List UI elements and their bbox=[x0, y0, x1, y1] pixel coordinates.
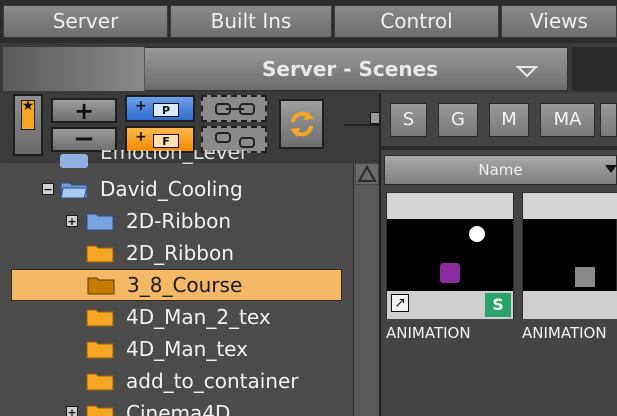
refresh-button[interactable] bbox=[279, 99, 324, 149]
folder-icon bbox=[86, 405, 114, 416]
favorites-button[interactable]: ★ bbox=[13, 94, 43, 156]
link-button[interactable] bbox=[201, 95, 267, 122]
thumbnail-header bbox=[523, 193, 617, 219]
tree-item-add-to-container[interactable]: add_to_container bbox=[8, 365, 353, 397]
folder-icon bbox=[86, 245, 114, 263]
filter-tab-s[interactable]: S bbox=[390, 103, 427, 137]
add-button[interactable]: + bbox=[51, 97, 117, 125]
title-left-gradient bbox=[3, 47, 145, 91]
tree-row-partial[interactable]: Emotion_Level bbox=[60, 150, 260, 168]
tab-built-ins[interactable]: Built Ins bbox=[170, 5, 332, 38]
tree-item-label: 4D_Man_tex bbox=[126, 337, 248, 361]
tree-item-label: Emotion_Level bbox=[100, 150, 246, 164]
link-icon bbox=[215, 103, 255, 115]
tab-views[interactable]: Views bbox=[501, 5, 617, 38]
shortcut-arrow-icon: ↗ bbox=[391, 294, 409, 312]
thumbnail-footer bbox=[523, 291, 617, 319]
gray-cube bbox=[575, 267, 595, 287]
thumbnail-label: ANIMATION bbox=[386, 324, 471, 342]
scene-thumbnail-1[interactable]: ↗ S bbox=[386, 192, 514, 319]
folder-icon bbox=[60, 154, 88, 168]
folder-icon bbox=[86, 373, 114, 391]
chevron-down-icon[interactable] bbox=[515, 62, 539, 80]
tree-item-2d-ribbon-project[interactable]: + 2D-Ribbon bbox=[8, 205, 353, 237]
unlink-button[interactable] bbox=[201, 126, 267, 153]
plus-small-icon-2: + bbox=[135, 129, 147, 145]
tree-item-label: 3_8_Course bbox=[127, 273, 243, 297]
plus-icon: + bbox=[73, 97, 95, 125]
purple-cube bbox=[440, 263, 460, 283]
star-icon: ★ bbox=[21, 98, 35, 114]
title-right-block bbox=[572, 47, 617, 91]
column-name-label: Name bbox=[478, 161, 523, 179]
new-project-button[interactable]: + P bbox=[125, 95, 195, 122]
folder-blue-icon bbox=[86, 213, 114, 231]
thumbnail-label: ANIMATION bbox=[522, 324, 607, 342]
filter-tab-ma[interactable]: MA bbox=[540, 103, 595, 137]
column-header-name[interactable]: Name bbox=[384, 155, 617, 185]
tree-item-label: 2D_Ribbon bbox=[126, 241, 234, 265]
remove-button[interactable]: − bbox=[51, 124, 117, 154]
tree-item-3-8-course[interactable]: 3_8_Course bbox=[11, 269, 342, 301]
tree-scrollbar[interactable] bbox=[353, 163, 379, 416]
thumbnail-header bbox=[387, 193, 513, 219]
folder-open-icon bbox=[60, 182, 88, 199]
tree-item-4d-man-2-tex[interactable]: 4D_Man_2_tex bbox=[8, 301, 353, 333]
tree-item-label: 4D_Man_2_tex bbox=[126, 305, 271, 329]
filter-tab-m[interactable]: M bbox=[489, 103, 529, 137]
filter-tab-more[interactable] bbox=[600, 103, 617, 137]
tree-item-label: add_to_container bbox=[126, 369, 299, 393]
folder-icon bbox=[86, 309, 114, 327]
tree-item-cinema4d[interactable]: + Cinema4D bbox=[8, 397, 353, 416]
white-dot bbox=[469, 226, 485, 242]
tree-item-2d-ribbon-folder[interactable]: 2D_Ribbon bbox=[8, 237, 353, 269]
p-badge: P bbox=[153, 103, 179, 117]
refresh-icon bbox=[290, 111, 314, 137]
tree-item-label: David_Cooling bbox=[100, 177, 243, 201]
sort-down-icon[interactable] bbox=[603, 163, 617, 175]
panel-title: Server - Scenes bbox=[261, 57, 439, 81]
folder-icon bbox=[87, 277, 115, 295]
tab-server[interactable]: Server bbox=[3, 5, 168, 38]
plus-small-icon: + bbox=[135, 98, 147, 114]
scene-thumbnail-2[interactable] bbox=[522, 192, 617, 319]
unlink-icon bbox=[215, 132, 255, 148]
tree-item-4d-man-tex[interactable]: 4D_Man_tex bbox=[8, 333, 353, 365]
tree-item-label: 2D-Ribbon bbox=[126, 209, 232, 233]
minus-icon: − bbox=[73, 124, 95, 154]
expand-icon[interactable]: + bbox=[66, 215, 78, 227]
f-badge: F bbox=[153, 134, 179, 148]
splitter-line bbox=[344, 124, 382, 126]
folder-icon bbox=[86, 341, 114, 359]
tree-item-label: Cinema4D bbox=[126, 401, 231, 416]
scroll-up-icon[interactable] bbox=[355, 163, 379, 185]
filter-tab-g[interactable]: G bbox=[438, 103, 478, 137]
tab-control[interactable]: Control bbox=[334, 5, 499, 38]
new-folder-button[interactable]: + F bbox=[125, 126, 195, 153]
expand-icon[interactable]: + bbox=[66, 406, 78, 416]
panel-separator bbox=[381, 146, 617, 150]
scene-badge: S bbox=[485, 293, 511, 317]
collapse-icon[interactable]: − bbox=[42, 183, 54, 195]
tree-item-david-cooling[interactable]: − David_Cooling bbox=[8, 173, 353, 205]
